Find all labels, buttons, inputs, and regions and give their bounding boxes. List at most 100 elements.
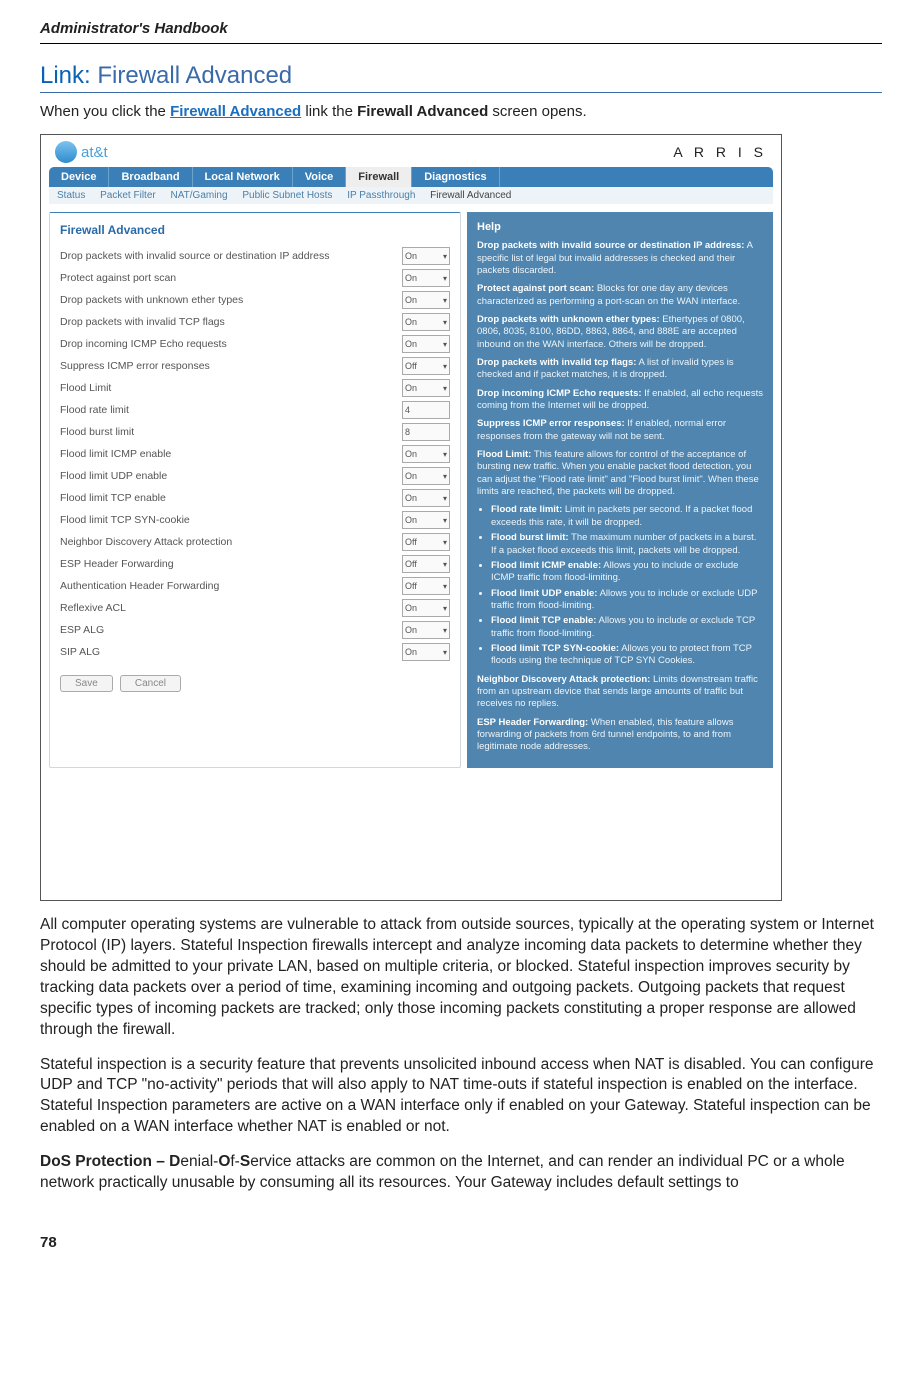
att-globe-icon bbox=[55, 141, 77, 163]
dos-bold: DoS Protection – D bbox=[40, 1153, 180, 1170]
option-row: Drop incoming ICMP Echo requests On▾ bbox=[60, 335, 450, 353]
subtab-ip-passthrough[interactable]: IP Passthrough bbox=[347, 190, 415, 201]
main-tab-row: Device Broadband Local Network Voice Fir… bbox=[49, 167, 773, 187]
option-row: Drop packets with unknown ether typesOn▾ bbox=[60, 291, 450, 309]
chevron-down-icon: ▾ bbox=[443, 274, 447, 283]
help-li1: Flood rate limit: Limit in packets per s… bbox=[491, 504, 763, 529]
tab-device[interactable]: Device bbox=[49, 167, 109, 187]
option-row: ESP ALGOn▾ bbox=[60, 621, 450, 639]
option-select[interactable]: On▾ bbox=[402, 511, 450, 529]
help-p4: Drop packets with invalid tcp flags: A l… bbox=[477, 357, 763, 382]
help-li2: Flood burst limit: The maximum number of… bbox=[491, 532, 763, 557]
help-title: Help bbox=[477, 220, 763, 234]
chevron-down-icon: ▾ bbox=[443, 604, 447, 613]
option-select[interactable]: On▾ bbox=[402, 247, 450, 265]
option-select[interactable]: Off▾ bbox=[402, 577, 450, 595]
option-label: Neighbor Discovery Attack protection bbox=[60, 536, 232, 548]
help-li6: Flood limit TCP SYN-cookie: Allows you t… bbox=[491, 643, 763, 668]
chevron-down-icon: ▾ bbox=[443, 626, 447, 635]
tab-diagnostics[interactable]: Diagnostics bbox=[412, 167, 499, 187]
tab-firewall[interactable]: Firewall bbox=[346, 167, 412, 187]
subtab-firewall-advanced[interactable]: Firewall Advanced bbox=[430, 190, 511, 201]
chevron-down-icon: ▾ bbox=[443, 362, 447, 371]
option-input[interactable]: 8 bbox=[402, 423, 450, 441]
option-select[interactable]: On▾ bbox=[402, 445, 450, 463]
help-li4: Flood limit UDP enable: Allows you to in… bbox=[491, 588, 763, 613]
firewall-panel: Firewall Advanced Drop packets with inva… bbox=[49, 212, 461, 768]
option-row: Drop packets with invalid TCP flagsOn▾ bbox=[60, 313, 450, 331]
option-row: Flood limit TCP SYN-cookieOn▾ bbox=[60, 511, 450, 529]
option-label: Authentication Header Forwarding bbox=[60, 580, 219, 592]
chevron-down-icon: ▾ bbox=[443, 384, 447, 393]
option-select[interactable]: On▾ bbox=[402, 291, 450, 309]
option-row: ESP Header Forwarding Off▾ bbox=[60, 555, 450, 573]
chevron-down-icon: ▾ bbox=[443, 296, 447, 305]
option-select[interactable]: On▾ bbox=[402, 467, 450, 485]
chevron-down-icon: ▾ bbox=[443, 340, 447, 349]
intro-bold: Firewall Advanced bbox=[357, 103, 488, 120]
chevron-down-icon: ▾ bbox=[443, 472, 447, 481]
option-label: Drop incoming ICMP Echo requests bbox=[60, 338, 227, 350]
option-input[interactable]: 4 bbox=[402, 401, 450, 419]
save-button[interactable]: Save bbox=[60, 675, 113, 692]
option-select[interactable]: On▾ bbox=[402, 379, 450, 397]
chevron-down-icon: ▾ bbox=[443, 252, 447, 261]
option-select[interactable]: Off▾ bbox=[402, 533, 450, 551]
help-p9: ESP Header Forwarding: When enabled, thi… bbox=[477, 717, 763, 754]
option-label: ESP Header Forwarding bbox=[60, 558, 174, 570]
option-row: Flood limit ICMP enable On▾ bbox=[60, 445, 450, 463]
chevron-down-icon: ▾ bbox=[443, 318, 447, 327]
option-select[interactable]: On▾ bbox=[402, 489, 450, 507]
intro-mid: link the bbox=[305, 103, 357, 120]
chevron-down-icon: ▾ bbox=[443, 516, 447, 525]
subtab-status[interactable]: Status bbox=[57, 190, 85, 201]
option-select[interactable]: On▾ bbox=[402, 621, 450, 639]
embedded-screenshot: at&t A R R I S Device Broadband Local Ne… bbox=[40, 134, 782, 901]
help-p8: Neighbor Discovery Attack protection: Li… bbox=[477, 674, 763, 711]
option-select[interactable]: On▾ bbox=[402, 269, 450, 287]
help-p7: Flood Limit: This feature allows for con… bbox=[477, 449, 763, 498]
intro-link[interactable]: Firewall Advanced bbox=[170, 103, 301, 120]
option-row: Drop packets with invalid source or dest… bbox=[60, 247, 450, 265]
doc-header: Administrator's Handbook bbox=[40, 20, 882, 37]
option-select[interactable]: Off▾ bbox=[402, 555, 450, 573]
option-label: Drop packets with invalid source or dest… bbox=[60, 250, 329, 262]
att-logo: at&t bbox=[55, 141, 108, 163]
chevron-down-icon: ▾ bbox=[443, 582, 447, 591]
option-select[interactable]: Off▾ bbox=[402, 357, 450, 375]
tab-voice[interactable]: Voice bbox=[293, 167, 347, 187]
option-label: Flood limit TCP enable bbox=[60, 492, 166, 504]
cancel-button[interactable]: Cancel bbox=[120, 675, 181, 692]
tab-local-network[interactable]: Local Network bbox=[193, 167, 293, 187]
subtab-public-subnet[interactable]: Public Subnet Hosts bbox=[242, 190, 332, 201]
option-label: Flood limit ICMP enable bbox=[60, 448, 171, 460]
option-row: Protect against port scan On▾ bbox=[60, 269, 450, 287]
help-list: Flood rate limit: Limit in packets per s… bbox=[491, 504, 763, 667]
option-select[interactable]: On▾ bbox=[402, 599, 450, 617]
option-select[interactable]: On▾ bbox=[402, 313, 450, 331]
option-row: Flood rate limit 4 bbox=[60, 401, 450, 419]
intro-pre: When you click the bbox=[40, 103, 170, 120]
help-panel: Help Drop packets with invalid source or… bbox=[467, 212, 773, 768]
subtab-nat-gaming[interactable]: NAT/Gaming bbox=[171, 190, 228, 201]
option-select[interactable]: On▾ bbox=[402, 643, 450, 661]
option-row: Flood Limit On▾ bbox=[60, 379, 450, 397]
option-row: Neighbor Discovery Attack protection Off▾ bbox=[60, 533, 450, 551]
section-title: Link: Firewall Advanced bbox=[40, 62, 882, 93]
option-label: Reflexive ACL bbox=[60, 602, 126, 614]
option-select[interactable]: On▾ bbox=[402, 335, 450, 353]
option-row: SIP ALGOn▾ bbox=[60, 643, 450, 661]
help-p1: Drop packets with invalid source or dest… bbox=[477, 240, 763, 277]
section-link-label: Link: bbox=[40, 62, 91, 89]
tab-broadband[interactable]: Broadband bbox=[109, 167, 192, 187]
chevron-down-icon: ▾ bbox=[443, 538, 447, 547]
option-label: Flood Limit bbox=[60, 382, 111, 394]
option-row: Flood limit UDP enableOn▾ bbox=[60, 467, 450, 485]
header-rule bbox=[40, 43, 882, 44]
chevron-down-icon: ▾ bbox=[443, 494, 447, 503]
subtab-packet-filter[interactable]: Packet Filter bbox=[100, 190, 156, 201]
att-text: at&t bbox=[81, 144, 108, 161]
option-label: Flood rate limit bbox=[60, 404, 129, 416]
option-label: Protect against port scan bbox=[60, 272, 176, 284]
option-label: Suppress ICMP error responses bbox=[60, 360, 210, 372]
